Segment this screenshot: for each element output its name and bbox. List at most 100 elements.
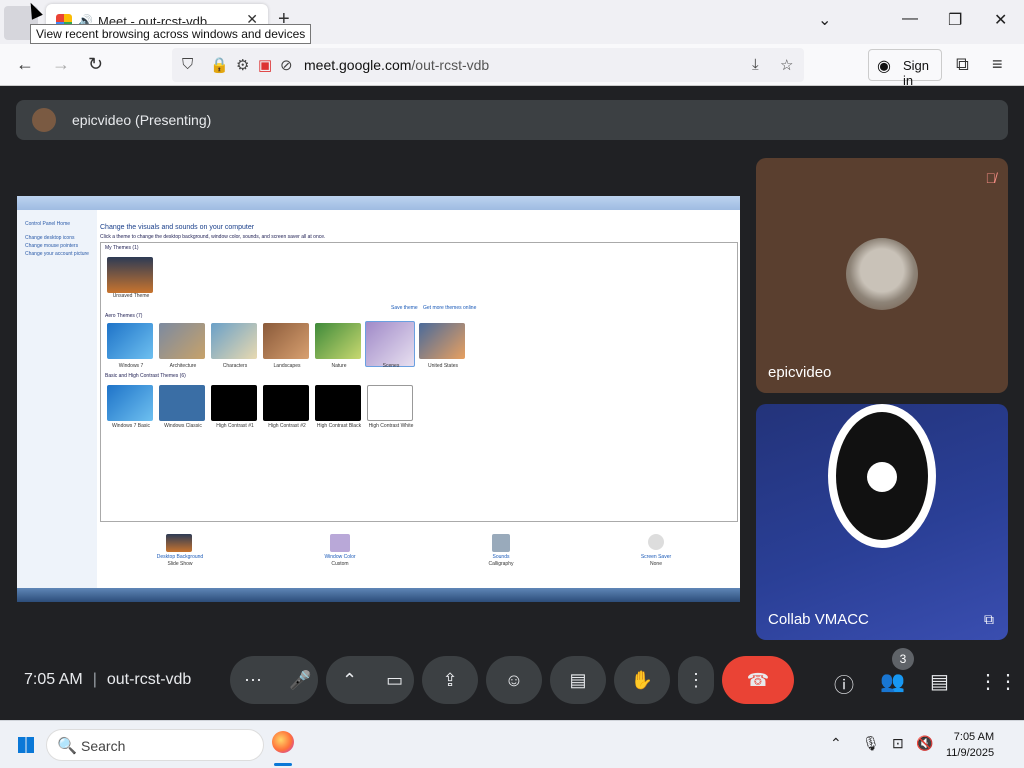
- volume-muted-icon[interactable]: 🔇: [916, 735, 933, 752]
- sign-in-label: Sign in: [903, 58, 930, 88]
- theme-label: High Contrast #1: [216, 423, 254, 429]
- get-more-themes-link[interactable]: Get more themes online: [423, 305, 476, 311]
- bottom-item-title[interactable]: Screen Saver: [628, 554, 684, 560]
- aero-theme-thumb[interactable]: [263, 323, 309, 359]
- shared-left-nav: Control Panel Home Change desktop icons …: [17, 210, 97, 588]
- basic-themes-label: Basic and High Contrast Themes (6): [105, 373, 186, 379]
- camera-button[interactable]: ▭: [386, 670, 403, 690]
- microphone-tray-icon[interactable]: 🎙: [862, 735, 880, 752]
- url-bar[interactable]: ⛉ 🔒 ⚙ ▣ ⊘ meet.google.com/out-rcst-vdb ⤓…: [172, 48, 804, 82]
- maximize-icon[interactable]: ❐: [948, 10, 962, 30]
- audio-options-button[interactable]: ⋯: [244, 670, 262, 690]
- basic-theme-thumb[interactable]: [107, 385, 153, 421]
- unsaved-theme-thumb[interactable]: [107, 257, 153, 293]
- aero-theme-thumb-selected[interactable]: [365, 321, 415, 367]
- bottom-item-value: Custom: [331, 561, 349, 567]
- sounds-icon[interactable]: [492, 534, 510, 552]
- info-icon[interactable]: ⓘ: [834, 669, 854, 698]
- shared-screen[interactable]: Control Panel Home Change desktop icons …: [17, 196, 740, 602]
- video-options-button[interactable]: ⌃: [342, 670, 357, 690]
- install-icon[interactable]: ⤓: [752, 56, 759, 73]
- my-themes-label: My Themes (1): [105, 245, 139, 251]
- activities-icon[interactable]: ⋮⋮: [978, 669, 1018, 694]
- aero-theme-thumb[interactable]: [107, 323, 153, 359]
- minimize-icon[interactable]: —: [902, 10, 918, 28]
- theme-box: My Themes (1) Unsaved Theme Save theme G…: [100, 242, 738, 522]
- shared-content: Change the visuals and sounds on your co…: [100, 210, 740, 588]
- theme-label: High Contrast Black: [316, 423, 362, 429]
- sign-in-button[interactable]: ◉ Sign in: [868, 49, 942, 88]
- basic-theme-thumb[interactable]: [211, 385, 257, 421]
- url-text: meet.google.com/out-rcst-vdb: [304, 57, 490, 73]
- left-nav-item: Change mouse pointers: [25, 243, 79, 249]
- pip-icon[interactable]: ⧉: [984, 611, 994, 628]
- participant-name: epicvideo: [768, 364, 832, 381]
- network-icon[interactable]: ⊡: [892, 735, 904, 752]
- camera-control-group: ⌃ ▭: [326, 656, 414, 704]
- present-button[interactable]: ⇪: [422, 656, 478, 704]
- bookmark-star-icon[interactable]: ☆: [780, 56, 793, 74]
- lock-icon[interactable]: 🔒: [210, 56, 229, 74]
- meeting-time: 7:05 AM: [24, 671, 83, 688]
- firefox-icon[interactable]: [272, 731, 294, 753]
- extensions-icon[interactable]: ⧉: [956, 54, 969, 75]
- participant-tile[interactable]: Collab VMACC ⧉: [756, 404, 1008, 640]
- participant-tile[interactable]: 🎙̸ epicvideo: [756, 158, 1008, 393]
- end-call-button[interactable]: ☎: [722, 656, 794, 704]
- aero-theme-thumb[interactable]: [211, 323, 257, 359]
- taskbar-search[interactable]: 🔍 Search: [46, 729, 264, 761]
- microphone-button[interactable]: 🎤: [289, 670, 311, 690]
- aero-theme-thumb[interactable]: [159, 323, 205, 359]
- shared-window-titlebar: [17, 196, 740, 210]
- bottom-item-title[interactable]: Sounds: [473, 554, 529, 560]
- people-icon[interactable]: 👥: [880, 669, 905, 694]
- more-options-button[interactable]: ⋮: [678, 656, 714, 704]
- reload-icon[interactable]: ↻: [88, 54, 103, 75]
- aero-theme-thumb[interactable]: [315, 323, 361, 359]
- left-nav-item: Change your account picture: [25, 251, 89, 257]
- theme-label: Scenes: [382, 363, 400, 369]
- left-nav-item: Change desktop icons: [25, 235, 75, 241]
- shared-heading: Change the visuals and sounds on your co…: [100, 224, 255, 231]
- shield-icon[interactable]: ⛉: [182, 56, 193, 73]
- menu-icon[interactable]: ≡: [992, 54, 1003, 75]
- bottom-item-title[interactable]: Window Color: [312, 554, 368, 560]
- screen-saver-icon[interactable]: [648, 534, 664, 550]
- bottom-item-value: Calligraphy: [488, 561, 514, 567]
- raise-hand-button[interactable]: ✋: [614, 656, 670, 704]
- windows-start-icon[interactable]: [18, 737, 34, 753]
- save-theme-link[interactable]: Save theme: [391, 305, 418, 311]
- bottom-item-title[interactable]: Desktop Background: [152, 554, 208, 560]
- desktop-background-icon[interactable]: [166, 534, 192, 552]
- basic-theme-thumb[interactable]: [315, 385, 361, 421]
- chat-icon[interactable]: ▤: [930, 669, 949, 694]
- presenting-label: epicvideo (Presenting): [72, 112, 212, 128]
- captions-button[interactable]: ▤: [550, 656, 606, 704]
- basic-theme-thumb[interactable]: [159, 385, 205, 421]
- shared-taskbar: [17, 588, 740, 602]
- participant-name: Collab VMACC: [768, 611, 869, 628]
- window-color-icon[interactable]: [330, 534, 350, 552]
- aero-theme-thumb[interactable]: [419, 323, 465, 359]
- close-window-icon[interactable]: ✕: [994, 10, 1007, 30]
- avatar: [846, 238, 918, 310]
- presenting-banner: epicvideo (Presenting): [16, 100, 1008, 140]
- basic-theme-thumb[interactable]: [367, 385, 413, 421]
- permissions-icon[interactable]: ⚙: [236, 56, 249, 74]
- forward-icon[interactable]: →: [52, 54, 70, 75]
- people-count-badge: 3: [892, 648, 914, 670]
- theme-label: Nature: [331, 363, 347, 369]
- chevron-up-icon[interactable]: ⌃: [830, 735, 842, 752]
- aero-themes-label: Aero Themes (7): [105, 313, 143, 319]
- basic-theme-thumb[interactable]: [263, 385, 309, 421]
- camera-icon[interactable]: ▣: [258, 56, 272, 74]
- emoji-button[interactable]: ☺: [486, 656, 542, 704]
- search-placeholder: Search: [81, 738, 126, 754]
- theme-label: Architecture: [169, 363, 197, 369]
- back-icon[interactable]: ←: [16, 54, 34, 75]
- tooltip: View recent browsing across windows and …: [30, 24, 312, 44]
- chevron-down-icon[interactable]: ⌄: [818, 10, 831, 30]
- taskbar-clock[interactable]: 7:05 AM 11/9/2025: [946, 729, 994, 761]
- theme-label: Characters: [222, 363, 248, 369]
- mic-blocked-icon[interactable]: ⊘: [280, 56, 293, 74]
